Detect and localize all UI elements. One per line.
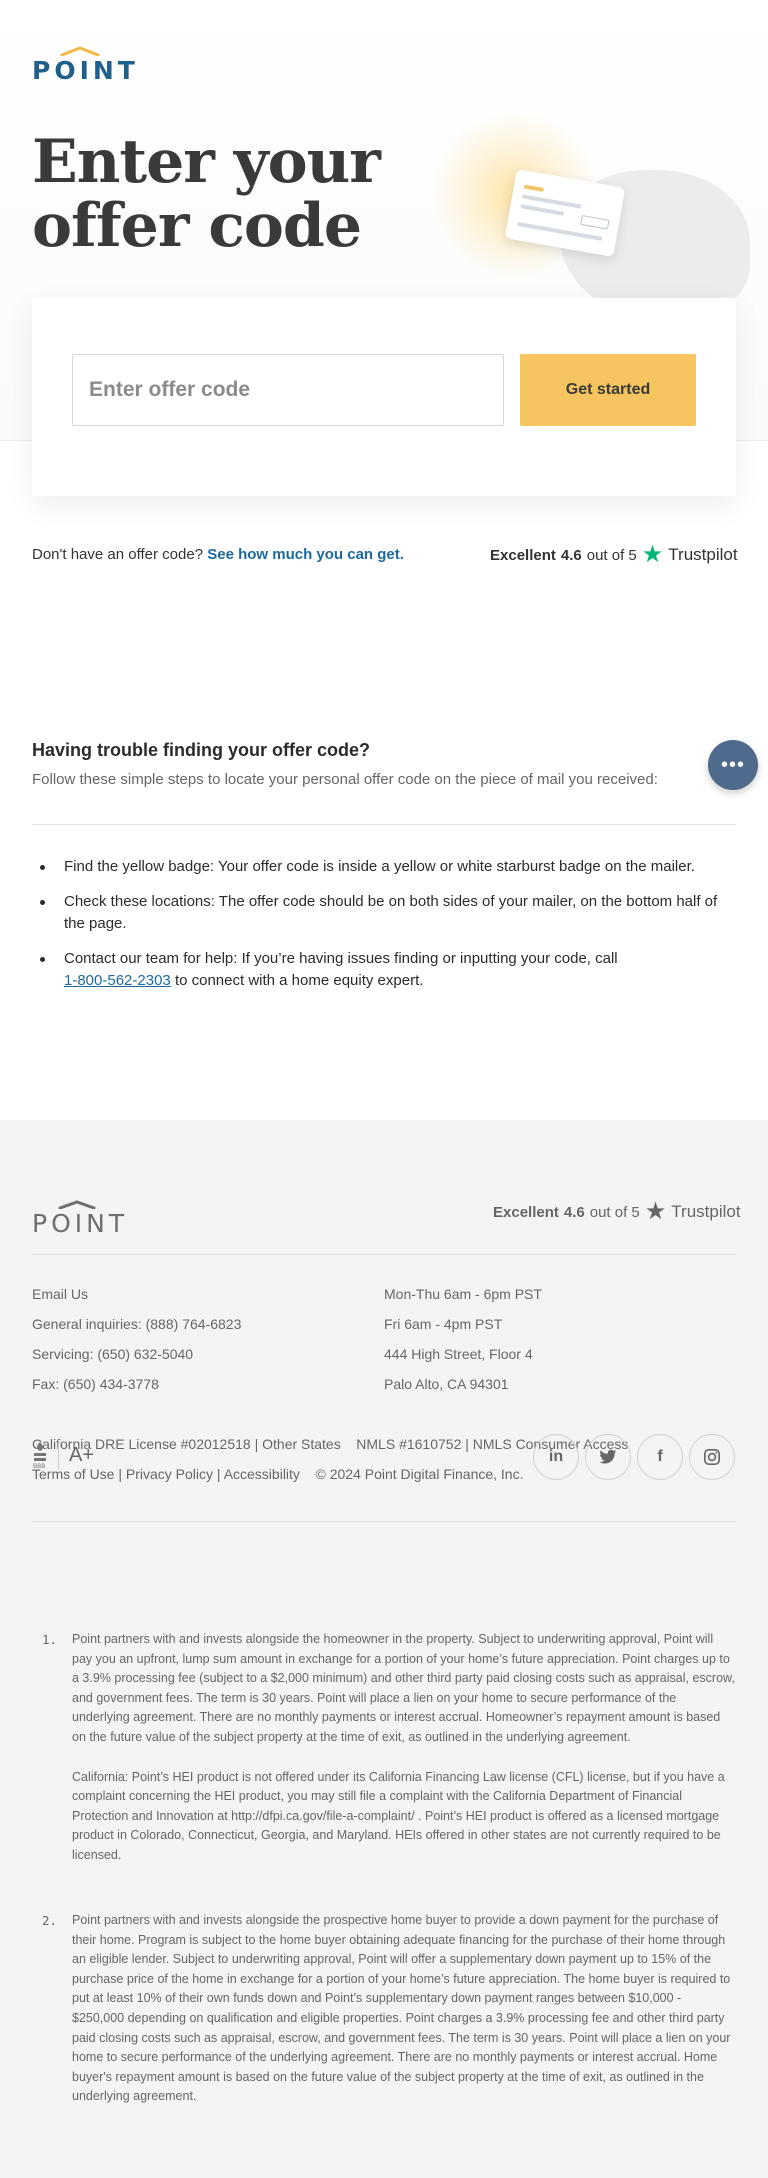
step-text: Contact our team for help: If you’re hav… [64, 950, 618, 967]
footer-logo-wordmark: POINT [32, 1209, 129, 1238]
footer-contact: Email Us General inquiries: (888) 764-68… [32, 1279, 241, 1399]
servicing-phone[interactable]: Servicing: (650) 632-5040 [32, 1339, 241, 1369]
bbb-rating[interactable]: BBB A+ [32, 1440, 94, 1470]
accessibility-link[interactable]: Accessibility [224, 1466, 300, 1482]
linkedin-icon[interactable]: in [533, 1434, 579, 1480]
trouble-heading: Having trouble finding your offer code? [32, 740, 371, 760]
logo-roof-icon [58, 1200, 96, 1209]
fax-number: Fax: (650) 434-3778 [32, 1376, 159, 1392]
svg-text:BBB: BBB [33, 1463, 45, 1469]
privacy-link[interactable]: Privacy Policy [126, 1466, 213, 1482]
twitter-bird-icon [599, 1449, 617, 1464]
trustpilot-label: Excellent [490, 546, 556, 564]
trustpilot-brand: Trustpilot [668, 545, 738, 564]
footnote-number: 2. [42, 1913, 58, 1928]
trustpilot-label: Excellent [493, 1203, 559, 1221]
page-title: Enter your offer code [32, 127, 381, 261]
step-text: Find the yellow badge: Your offer code i… [64, 858, 695, 875]
see-how-much-link[interactable]: See how much you can get. [207, 546, 404, 563]
trustpilot-star-icon: ★ [641, 541, 664, 568]
other-states-link[interactable]: Other States [262, 1436, 341, 1452]
list-item: Find the yellow badge: Your offer code i… [32, 856, 736, 878]
get-started-button[interactable]: Get started [520, 354, 696, 426]
email-us-link[interactable]: Email Us [32, 1279, 241, 1309]
divider [32, 824, 736, 825]
footer-divider [32, 1254, 736, 1255]
point-logo[interactable]: POINT [32, 46, 135, 85]
footnote: 2. Point partners with and invests along… [32, 1911, 736, 2107]
offer-code-card: Get started [32, 298, 736, 496]
chat-button[interactable]: ••• [708, 740, 758, 790]
logo-wordmark: POINT [32, 56, 139, 85]
instagram-icon[interactable] [689, 1434, 735, 1480]
trustpilot-rating[interactable]: Excellent 4.6 out of 5 ★ Trustpilot [490, 541, 738, 568]
facebook-glyph: f [657, 1448, 663, 1465]
separator: | [216, 1466, 221, 1482]
hours-weekday: Mon-Thu 6am - 6pm PST [384, 1286, 542, 1302]
general-inquiries-phone[interactable]: General inquiries: (888) 764-6823 [32, 1309, 241, 1339]
address-city: Palo Alto, CA 94301 [384, 1376, 509, 1392]
trustpilot-score: 4.6 [560, 546, 582, 564]
trustpilot-star-icon: ★ [644, 1198, 667, 1225]
list-item: Contact our team for help: If you’re hav… [32, 948, 736, 992]
nmls-number: NMLS #1610752 [356, 1436, 462, 1452]
trouble-subheading: Follow these simple steps to locate your… [32, 771, 658, 788]
no-offer-code-line: Don't have an offer code? See how much y… [32, 546, 404, 563]
separator: | [465, 1436, 469, 1452]
twitter-icon[interactable] [585, 1434, 631, 1480]
footer-logo[interactable]: POINT [32, 1200, 124, 1238]
links-line: Terms of Use | Privacy Policy | Accessib… [32, 1466, 523, 1482]
footer-hours-address: Mon-Thu 6am - 6pm PST Fri 6am - 4pm PST … [384, 1279, 542, 1399]
step-text: Check these locations: The offer code sh… [64, 893, 718, 932]
no-offer-code-text: Don't have an offer code? [32, 546, 204, 563]
footer-trustpilot-rating[interactable]: Excellent 4.6 out of 5 ★ Trustpilot [493, 1198, 741, 1225]
separator: | [254, 1436, 259, 1452]
step-text: to connect with a home equity expert. [174, 972, 424, 989]
instagram-camera-icon [703, 1448, 721, 1466]
bbb-divider [58, 1440, 59, 1470]
bbb-grade: A+ [69, 1443, 95, 1466]
trustpilot-out-of: out of 5 [589, 1203, 640, 1221]
phone-link[interactable]: 1-800-562-2303 [64, 972, 171, 989]
footnote-paragraph: Point partners with and invests alongsid… [72, 1632, 735, 1744]
facebook-icon[interactable]: f [637, 1434, 683, 1480]
list-item: Check these locations: The offer code sh… [32, 891, 736, 935]
copyright: © 2024 Point Digital Finance, Inc. [315, 1466, 524, 1482]
trustpilot-out-of: out of 5 [586, 546, 637, 564]
trustpilot-brand: Trustpilot [671, 1202, 741, 1221]
trouble-section: Having trouble finding your offer code? … [32, 740, 736, 788]
separator: | [118, 1466, 122, 1482]
footer-divider [32, 1521, 736, 1522]
logo-roof-icon [60, 46, 100, 56]
trustpilot-score: 4.6 [563, 1203, 585, 1221]
address-street: 444 High Street, Floor 4 [384, 1346, 533, 1362]
footnote-paragraph: Point partners with and invests alongsid… [72, 1913, 731, 2104]
offer-code-input[interactable] [72, 354, 504, 426]
ellipsis-icon: ••• [720, 753, 745, 776]
footnote-number: 1. [42, 1632, 58, 1647]
footnote-paragraph: California: Point’s HEI product is not o… [72, 1769, 725, 1862]
bbb-icon: BBB [33, 1442, 46, 1469]
steps-list: Find the yellow badge: Your offer code i… [32, 856, 736, 1005]
linkedin-glyph: in [548, 1448, 564, 1465]
footnote: 1. Point partners with and invests along… [32, 1630, 736, 1866]
hours-friday: Fri 6am - 4pm PST [384, 1316, 503, 1332]
